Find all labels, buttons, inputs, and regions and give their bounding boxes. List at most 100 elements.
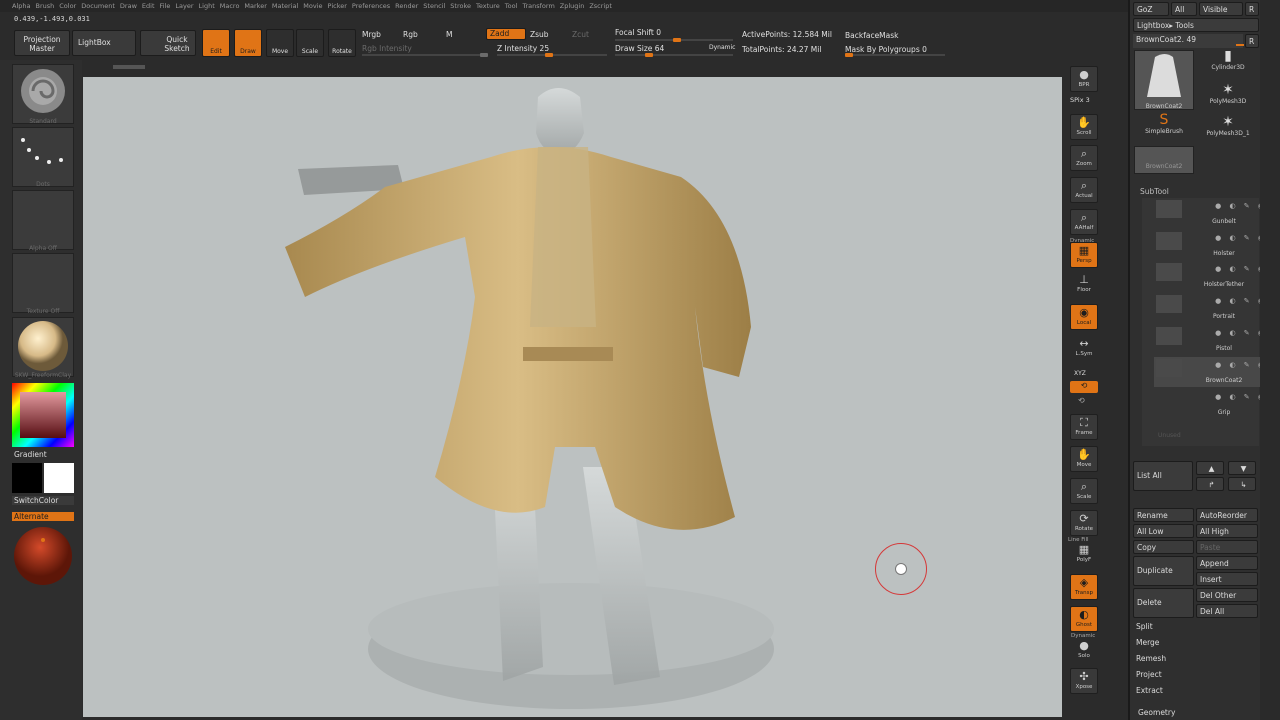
subtool-title[interactable]: SubTool — [1140, 187, 1169, 196]
horizontal-scrollbar[interactable] — [113, 65, 145, 69]
current-tool-slider[interactable]: BrownCoat2. 49 — [1133, 34, 1243, 48]
draw-button[interactable]: Draw — [234, 29, 262, 57]
draw-size-slider[interactable]: Draw Size 64 — [615, 44, 664, 53]
menu-item-macro[interactable]: Macro — [220, 0, 245, 12]
lightbox-tools-button[interactable]: Lightbox▸ Tools — [1133, 18, 1259, 32]
tool-thumb-simplebrush[interactable]: S SimpleBrush — [1138, 112, 1190, 142]
xyz-toggle[interactable]: XYZ — [1074, 370, 1086, 377]
del-other-button[interactable]: Del Other — [1196, 588, 1258, 602]
mrgb-button[interactable]: Mrgb — [362, 30, 381, 39]
menu-item-tool[interactable]: Tool — [505, 0, 523, 12]
menu-item-transform[interactable]: Transform — [522, 0, 559, 12]
rgb-intensity-track[interactable] — [362, 53, 488, 57]
rename-button[interactable]: Rename — [1133, 508, 1194, 522]
all-button[interactable]: All — [1171, 2, 1197, 16]
projection-master-button[interactable]: Projection Master — [14, 30, 70, 56]
solo-button[interactable]: ● Solo — [1070, 638, 1098, 664]
list-all-button[interactable]: List All — [1133, 461, 1193, 491]
delete-button[interactable]: Delete — [1133, 588, 1194, 618]
switch-color-button[interactable]: SwitchColor — [12, 496, 74, 505]
menu-item-picker[interactable]: Picker — [328, 0, 352, 12]
main-color-swatch[interactable] — [12, 463, 42, 493]
move-button[interactable]: Move — [266, 29, 294, 57]
extract-menu[interactable]: Extract — [1133, 684, 1258, 698]
quick-sketch-button[interactable]: Quick Sketch — [140, 30, 196, 56]
append-button[interactable]: Append — [1196, 556, 1258, 570]
rotation-axis-icon[interactable]: ⟲ — [1070, 381, 1098, 393]
menu-item-light[interactable]: Light — [199, 0, 220, 12]
subtool-row-selected[interactable]: ● ◐ ✎ ◉ BrownCoat2 — [1154, 357, 1271, 387]
copy-button[interactable]: Copy — [1133, 540, 1194, 554]
local-button[interactable]: ◉ Local — [1070, 304, 1098, 330]
subtool-row[interactable]: ● ◐ ✎ ◉ HolsterTether — [1154, 261, 1271, 291]
dynamic-toggle[interactable]: Dynamic — [709, 44, 735, 51]
all-low-button[interactable]: All Low — [1133, 524, 1194, 538]
menu-item-preferences[interactable]: Preferences — [352, 0, 395, 12]
all-high-button[interactable]: All High — [1196, 524, 1258, 538]
scale-view-button[interactable]: ⌕ Scale — [1070, 478, 1098, 504]
tool-thumb-polymesh3d-1[interactable]: ✶ PolyMesh3D_1 — [1202, 114, 1254, 144]
move-up-button[interactable]: ▲ — [1196, 461, 1224, 475]
autoreorder-button[interactable]: AutoReorder — [1196, 508, 1258, 522]
transp-button[interactable]: ◈ Transp — [1070, 574, 1098, 600]
scale-button[interactable]: Scale — [296, 29, 324, 57]
paste-button[interactable]: Paste — [1196, 540, 1258, 554]
zoom-button[interactable]: ⌕ Zoom — [1070, 145, 1098, 171]
current-tool-slider-knob[interactable] — [1236, 44, 1244, 46]
menu-item-alpha[interactable]: Alpha — [12, 0, 35, 12]
gradient-toggle[interactable]: Gradient — [14, 450, 47, 459]
split-menu[interactable]: Split — [1133, 620, 1258, 634]
move-top-button[interactable]: ↱ — [1196, 477, 1224, 491]
brush-selector[interactable] — [12, 64, 74, 124]
material-selector[interactable] — [12, 317, 74, 377]
zsub-button[interactable]: Zsub — [530, 30, 549, 39]
menu-item-zscript[interactable]: Zscript — [589, 0, 617, 12]
z-intensity-slider[interactable]: Z Intensity 25 — [497, 44, 549, 53]
visible-button[interactable]: Visible — [1199, 2, 1243, 16]
tool-thumb-polymesh3d[interactable]: ✶ PolyMesh3D — [1202, 82, 1254, 112]
menu-item-file[interactable]: File — [160, 0, 176, 12]
floor-button[interactable]: ⊥ Floor — [1070, 272, 1098, 298]
color-picker[interactable] — [12, 383, 74, 447]
m-button[interactable]: M — [446, 30, 452, 39]
menu-item-marker[interactable]: Marker — [244, 0, 271, 12]
menu-item-stroke[interactable]: Stroke — [450, 0, 476, 12]
alternate-button[interactable]: Alternate — [12, 512, 74, 521]
tool-thumb-browncoat2[interactable]: BrownCoat2 — [1134, 50, 1194, 110]
subtool-row[interactable]: ● ◐ ✎ ◉ Pistol — [1154, 325, 1271, 355]
menu-item-document[interactable]: Document — [81, 0, 120, 12]
aahalf-button[interactable]: ⌕ AAHalf — [1070, 209, 1098, 235]
duplicate-button[interactable]: Duplicate — [1133, 556, 1194, 586]
focal-shift-track[interactable] — [615, 38, 733, 42]
menu-item-material[interactable]: Material — [272, 0, 303, 12]
focal-shift-slider[interactable]: Focal Shift 0 — [615, 28, 661, 37]
mask-by-polygroups-track[interactable] — [845, 53, 945, 57]
menu-item-texture[interactable]: Texture — [476, 0, 505, 12]
z-intensity-track[interactable] — [497, 53, 607, 57]
menu-item-draw[interactable]: Draw — [120, 0, 142, 12]
mask-by-polygroups-slider[interactable]: Mask By Polygroups 0 — [845, 45, 927, 54]
edit-button[interactable]: Edit — [202, 29, 230, 57]
geometry-menu[interactable]: Geometry — [1138, 708, 1175, 717]
texture-selector[interactable] — [12, 253, 74, 313]
r-button[interactable]: R — [1245, 2, 1259, 16]
zcut-button[interactable]: Zcut — [572, 30, 589, 39]
move-down-button[interactable]: ▼ — [1228, 461, 1256, 475]
move-view-button[interactable]: ✋ Move — [1070, 446, 1098, 472]
tray-handle[interactable] — [1260, 0, 1280, 720]
backface-mask-toggle[interactable]: BackfaceMask — [845, 31, 899, 40]
xpose-button[interactable]: ✣ Xpose — [1070, 668, 1098, 694]
del-all-button[interactable]: Del All — [1196, 604, 1258, 618]
menu-item-edit[interactable]: Edit — [142, 0, 160, 12]
persp-button[interactable]: ▦ Persp — [1070, 242, 1098, 268]
menu-item-stencil[interactable]: Stencil — [423, 0, 450, 12]
subtool-row[interactable]: ● ◐ ✎ ◉ Grip — [1154, 389, 1271, 419]
rotate-button[interactable]: Rotate — [328, 29, 356, 57]
menu-item-brush[interactable]: Brush — [35, 0, 59, 12]
subtool-row[interactable]: ● ◐ ✎ ◉ Gunbelt — [1154, 198, 1271, 228]
polyf-button[interactable]: ▦ PolyF — [1070, 542, 1098, 568]
lightbox-button[interactable]: LightBox — [72, 30, 136, 56]
ghost-button[interactable]: ◐ Ghost — [1070, 606, 1098, 632]
secondary-color-swatch[interactable] — [44, 463, 74, 493]
lsym-button[interactable]: ↔ L.Sym — [1070, 336, 1098, 362]
